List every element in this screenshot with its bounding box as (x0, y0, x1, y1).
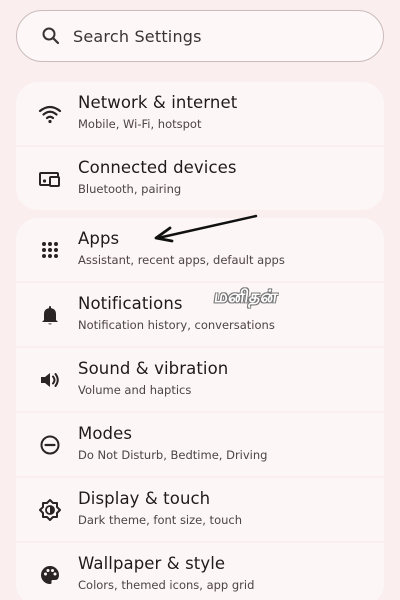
item-title: Modes (78, 424, 133, 443)
settings-item-notifications[interactable]: Notifications Notification history, conv… (16, 283, 384, 346)
apps-grid-icon (38, 238, 62, 262)
settings-group-main: Apps Assistant, recent apps, default app… (16, 218, 384, 600)
search-icon (41, 26, 61, 46)
item-title: Wallpaper & style (78, 554, 226, 573)
item-subtitle: Mobile, Wi-Fi, hotspot (78, 117, 202, 131)
item-subtitle: Colors, themed icons, app grid (78, 578, 255, 592)
item-title: Network & internet (78, 93, 238, 112)
settings-group-connectivity: Network & internet Mobile, Wi-Fi, hotspo… (16, 82, 384, 210)
search-placeholder: Search Settings (73, 26, 202, 46)
display-brightness-icon (38, 498, 62, 522)
item-subtitle: Do Not Disturb, Bedtime, Driving (78, 448, 268, 462)
item-subtitle: Bluetooth, pairing (78, 182, 182, 196)
item-title: Sound & vibration (78, 359, 229, 378)
item-title: Display & touch (78, 489, 211, 508)
bell-icon (38, 303, 62, 327)
volume-icon (38, 368, 62, 392)
settings-item-display-touch[interactable]: Display & touch Dark theme, font size, t… (16, 478, 384, 541)
connected-devices-icon (38, 167, 62, 191)
item-subtitle: Dark theme, font size, touch (78, 513, 242, 527)
do-not-disturb-icon (38, 433, 62, 457)
settings-item-sound-vibration[interactable]: Sound & vibration Volume and haptics (16, 348, 384, 411)
wifi-icon (38, 102, 62, 126)
settings-item-modes[interactable]: Modes Do Not Disturb, Bedtime, Driving (16, 413, 384, 476)
annotation-arrow-icon (154, 214, 258, 243)
settings-item-network-internet[interactable]: Network & internet Mobile, Wi-Fi, hotspo… (16, 82, 384, 145)
item-subtitle: Volume and haptics (78, 383, 192, 397)
item-subtitle: Assistant, recent apps, default apps (78, 253, 285, 267)
item-title: Connected devices (78, 158, 237, 177)
palette-icon (38, 563, 62, 587)
settings-item-wallpaper-style[interactable]: Wallpaper & style Colors, themed icons, … (16, 543, 384, 600)
item-subtitle: Notification history, conversations (78, 318, 275, 332)
settings-item-connected-devices[interactable]: Connected devices Bluetooth, pairing (16, 147, 384, 210)
search-bar[interactable]: Search Settings (16, 10, 384, 62)
watermark-logo: மனிதன் (212, 287, 280, 307)
